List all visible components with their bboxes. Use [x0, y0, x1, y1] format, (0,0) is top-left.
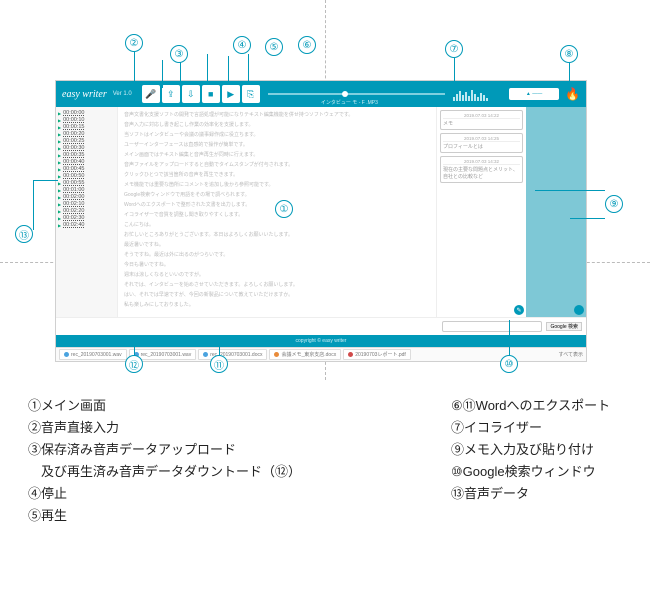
timestamp-item[interactable]: 00:02:20 — [58, 208, 115, 214]
export-button[interactable]: ⎘ — [242, 85, 260, 103]
legend-item: ⑤再生 — [28, 505, 301, 524]
editor-line[interactable]: クリックひとつで該当箇所の音声を再生できます。 — [124, 171, 430, 179]
callout-2: ② — [125, 34, 143, 52]
app-logo: easy writer — [62, 89, 107, 100]
editor-line[interactable]: こんにちは。 — [124, 221, 430, 229]
note-card[interactable]: 2019.07.03 14:32現在の主要な問題点とメリット、自社との比較など — [440, 156, 523, 183]
play-button[interactable]: ▶ — [222, 85, 240, 103]
right-strip — [526, 107, 586, 317]
flame-icon[interactable]: 🔥 — [565, 87, 580, 101]
legend-item: ②音声直接入力 — [28, 417, 301, 436]
pin-icon[interactable] — [574, 305, 584, 315]
editor-line[interactable]: ユーザーインターフェースは直感的で操作が簡単です。 — [124, 141, 430, 149]
search-row: Google 検索 — [56, 317, 586, 335]
legend: ①メイン画面 ②音声直接入力 ③保存済み音声データアップロード 及び再生済み音声デー… — [28, 395, 628, 524]
timestamp-item[interactable]: 00:01:00 — [58, 187, 115, 193]
callout-6: ⑥ — [298, 36, 316, 54]
timestamp-item[interactable]: 00:02:10 — [58, 201, 115, 207]
callout-12: ⑫ — [125, 355, 143, 373]
editor-line[interactable]: 音声入力に対応し書き起こし作業の効率化を支援します。 — [124, 121, 430, 129]
app-version: Ver 1.0 — [113, 91, 132, 97]
editor-line[interactable]: お忙しいところありがとうございます。本日はよろしくお願いいたします。 — [124, 231, 430, 239]
timestamp-item[interactable]: 00:00:30 — [58, 145, 115, 151]
timestamp-item[interactable]: 00:00:15 — [58, 124, 115, 130]
note-card[interactable]: 2019.07.03 14:22メモ — [440, 110, 523, 130]
callout-7: ⑦ — [445, 40, 463, 58]
timestamp-item[interactable]: 00:00:10 — [58, 117, 115, 123]
editor-line[interactable]: 私も楽しみにしておりました。 — [124, 301, 430, 309]
file-chip[interactable]: rec_20190703001.docx — [198, 349, 267, 360]
download-icon: ⇩ — [187, 89, 195, 100]
editor-line[interactable]: 今日も暑いですね。 — [124, 261, 430, 269]
editor-line[interactable]: 当ソフトはインタビューや会議の議事録作成に役立ちます。 — [124, 131, 430, 139]
stop-icon: ■ — [208, 89, 213, 99]
file-chip[interactable]: 会議メモ_東京支店.docx — [269, 349, 341, 360]
app-footer: copyright © easy writer — [56, 335, 586, 347]
callout-1: ① — [275, 200, 293, 218]
app-window: easy writer Ver 1.0 🎤 ⇪ ⇩ ■ ▶ ⎘ インタビュー モ… — [55, 80, 587, 362]
editor-line[interactable]: そうですね。最近は外に出るのがつらいです。 — [124, 251, 430, 259]
mic-button[interactable]: 🎤 — [142, 85, 160, 103]
callout-13: ⑬ — [15, 225, 33, 243]
editor-line[interactable]: 週末は涼しくなるといいのですが。 — [124, 271, 430, 279]
file-chip[interactable]: rec_20190703001.wav — [59, 349, 127, 360]
timestamp-sidebar: 00:00:0000:00:1000:00:1500:00:2000:00:25… — [56, 107, 118, 317]
legend-item: ①メイン画面 — [28, 395, 301, 414]
timestamp-item[interactable]: 00:00:45 — [58, 166, 115, 172]
editor-line[interactable]: 最近暑いですね。 — [124, 241, 430, 249]
timestamp-item[interactable]: 00:02:30 — [58, 215, 115, 221]
google-search-button[interactable]: Google 検索 — [546, 322, 582, 331]
editor-line[interactable]: メイン画面ではテキスト編集と音声再生が同時に行えます。 — [124, 151, 430, 159]
legend-item: ⑬音声データ — [451, 483, 610, 502]
upload-button[interactable]: ⇪ — [162, 85, 180, 103]
callout-11: ⑪ — [210, 355, 228, 373]
editor-line[interactable]: はい、それでは早速ですが、今回の新製品について教えていただけますか。 — [124, 291, 430, 299]
timestamp-item[interactable]: 00:00:50 — [58, 173, 115, 179]
scrubber[interactable]: インタビュー モ - F .MP3 — [268, 93, 445, 95]
legend-item: 及び再生済み音声データダウントード（⑫） — [28, 461, 301, 480]
timestamp-item[interactable]: 00:00:00 — [58, 110, 115, 116]
timestamp-item[interactable]: 00:00:40 — [58, 159, 115, 165]
legend-item: ⑦イコライザー — [451, 417, 610, 436]
callout-5: ⑤ — [265, 38, 283, 56]
legend-item: ⑨メモ入力及び貼り付け — [451, 439, 610, 458]
user-menu[interactable]: ▲ —— — [509, 88, 559, 100]
search-input[interactable] — [442, 321, 542, 332]
pin-icon[interactable]: ✎ — [514, 305, 524, 315]
callout-9: ⑨ — [605, 195, 623, 213]
upload-icon: ⇪ — [167, 89, 175, 100]
scrub-label: インタビュー モ - F .MP3 — [321, 99, 378, 106]
equalizer[interactable] — [453, 87, 503, 101]
play-icon: ▶ — [227, 89, 234, 100]
files-show-all[interactable]: すべて表示 — [559, 351, 583, 358]
legend-item: ③保存済み音声データアップロード — [28, 439, 301, 458]
timestamp-item[interactable]: 00:00:20 — [58, 131, 115, 137]
callout-10: ⑩ — [500, 355, 518, 373]
editor-line[interactable]: それでは、インタビューを始めさせていただきます。よろしくお願いします。 — [124, 281, 430, 289]
legend-item: ⑥⑪Wordへのエクスポート — [451, 395, 610, 414]
callout-8: ⑧ — [560, 45, 578, 63]
editor-line[interactable]: 音声文書化支援ソフトの開発で言語処理が可能になりテキスト編集機能を併せ持つソフト… — [124, 111, 430, 119]
export-icon: ⎘ — [247, 89, 254, 100]
legend-item: ④停止 — [28, 483, 301, 502]
file-chip[interactable]: 20190703レポート.pdf — [343, 349, 411, 360]
callout-3: ③ — [170, 45, 188, 63]
download-button[interactable]: ⇩ — [182, 85, 200, 103]
note-card[interactable]: 2019.07.03 14:25プロフィールとは — [440, 133, 523, 153]
timestamp-item[interactable]: 00:02:40 — [58, 222, 115, 228]
timestamp-item[interactable]: 00:00:25 — [58, 138, 115, 144]
timestamp-item[interactable]: 00:02:00 — [58, 194, 115, 200]
mic-icon: 🎤 — [145, 89, 156, 100]
callout-4: ④ — [233, 36, 251, 54]
timestamp-item[interactable]: 00:00:55 — [58, 180, 115, 186]
toolbar: easy writer Ver 1.0 🎤 ⇪ ⇩ ■ ▶ ⎘ インタビュー モ… — [56, 81, 586, 107]
editor-line[interactable]: Google検索ウィンドウで用語をその場で調べられます。 — [124, 191, 430, 199]
editor-line[interactable]: 音声ファイルをアップロードすると自動でタイムスタンプが付与されます。 — [124, 161, 430, 169]
timestamp-item[interactable]: 00:00:35 — [58, 152, 115, 158]
stop-button[interactable]: ■ — [202, 85, 220, 103]
editor-line[interactable]: メモ機能では重要な箇所にコメントを追加し後から参照可能です。 — [124, 181, 430, 189]
legend-item: ⑩Google検索ウィンドウ — [451, 461, 610, 480]
notes-panel: 2019.07.03 14:22メモ 2019.07.03 14:25プロフィール… — [436, 107, 526, 317]
